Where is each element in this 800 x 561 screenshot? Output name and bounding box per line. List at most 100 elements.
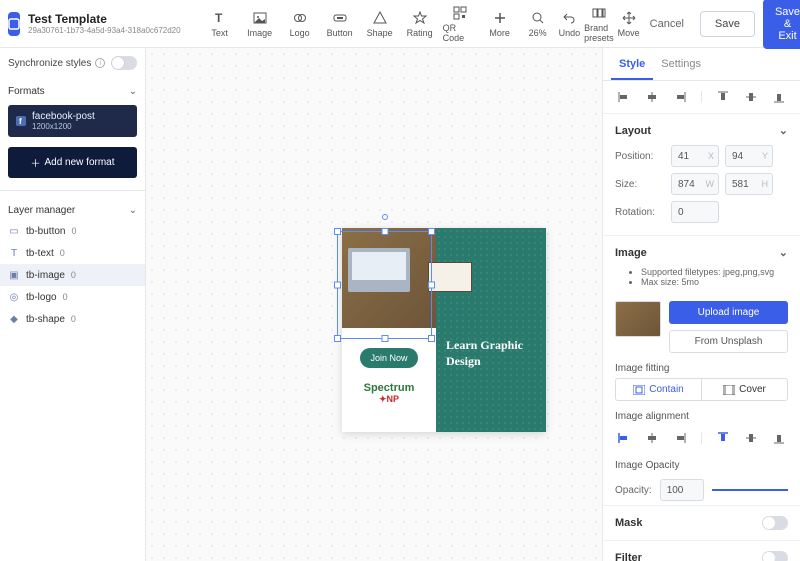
canvas[interactable]: Join Now Spectrum ✦NP Learn Graphic Desi… bbox=[146, 48, 602, 561]
cancel-button[interactable]: Cancel bbox=[642, 12, 692, 36]
shape-icon bbox=[372, 10, 388, 26]
img-align-bottom-icon[interactable] bbox=[772, 432, 786, 444]
opacity-slider[interactable] bbox=[712, 489, 788, 491]
align-bottom-icon[interactable] bbox=[772, 91, 786, 103]
formats-header[interactable]: Formats ⌄ bbox=[0, 78, 145, 101]
filter-section[interactable]: Filter bbox=[603, 540, 800, 561]
resize-handle-bm[interactable] bbox=[381, 335, 388, 342]
fitting-contain[interactable]: Contain bbox=[616, 379, 701, 400]
img-align-middle-icon[interactable] bbox=[744, 432, 758, 444]
main: Synchronize styles i Formats ⌄ f faceboo… bbox=[0, 48, 800, 561]
move-icon bbox=[621, 10, 637, 26]
app-logo bbox=[8, 12, 20, 36]
chevron-down-icon: ⌄ bbox=[129, 205, 137, 216]
rotate-handle[interactable] bbox=[382, 214, 388, 220]
save-exit-button[interactable]: Save & Exit bbox=[763, 0, 800, 49]
save-button[interactable]: Save bbox=[700, 11, 755, 37]
join-now-button[interactable]: Join Now bbox=[360, 348, 417, 368]
sync-toggle[interactable] bbox=[111, 56, 137, 70]
mask-section[interactable]: Mask bbox=[603, 505, 800, 540]
template-id: 29a30761-1b73-4a5d-93a4-318a0c672d20 bbox=[28, 26, 181, 35]
brand-tag: ✦NP bbox=[379, 394, 399, 405]
tool-rating[interactable]: Rating bbox=[401, 1, 439, 47]
layer-tb-logo[interactable]: ◎tb-logo0 bbox=[0, 286, 145, 308]
info-icon[interactable]: i bbox=[95, 58, 105, 68]
top-bar: Test Template 29a30761-1b73-4a5d-93a4-31… bbox=[0, 0, 800, 48]
opacity-label: Opacity: bbox=[615, 485, 652, 496]
right-panel: Style Settings Layout⌄ Position: 41X 94Y… bbox=[602, 48, 800, 561]
align-right-icon[interactable] bbox=[673, 91, 687, 103]
resize-handle-br[interactable] bbox=[428, 335, 435, 342]
position-x-input[interactable]: 41X bbox=[671, 145, 719, 167]
brand-presets[interactable]: Brand presets bbox=[582, 1, 616, 47]
resize-handle-tl[interactable] bbox=[334, 228, 341, 235]
layer-tb-image[interactable]: ▣tb-image0 bbox=[0, 264, 145, 286]
resize-handle-mr[interactable] bbox=[428, 282, 435, 289]
shape-icon: ◆ bbox=[8, 313, 20, 325]
tool-logo[interactable]: Logo bbox=[281, 1, 319, 47]
chevron-down-icon: ⌄ bbox=[779, 124, 788, 137]
align-top-icon[interactable] bbox=[716, 91, 730, 103]
image-icon: ▣ bbox=[8, 269, 20, 281]
move-button[interactable]: Move bbox=[616, 6, 642, 42]
logo-icon bbox=[292, 10, 308, 26]
align-middle-icon[interactable] bbox=[744, 91, 758, 103]
layer-manager-header[interactable]: Layer manager ⌄ bbox=[0, 197, 145, 220]
svg-text:T: T bbox=[215, 11, 223, 25]
add-format-button[interactable]: ＋ Add new format bbox=[8, 147, 137, 178]
upload-image-button[interactable]: Upload image bbox=[669, 301, 788, 324]
resize-handle-ml[interactable] bbox=[334, 282, 341, 289]
layer-tb-shape[interactable]: ◆tb-shape0 bbox=[0, 308, 145, 330]
layout-header[interactable]: Layout⌄ bbox=[615, 124, 788, 137]
text-icon: T bbox=[8, 247, 20, 259]
image-thumbnail[interactable] bbox=[615, 301, 661, 337]
tool-shape[interactable]: Shape bbox=[361, 1, 399, 47]
canvas-heading[interactable]: Learn Graphic Design bbox=[446, 338, 536, 369]
plus-icon bbox=[492, 10, 508, 26]
zoom-level[interactable]: 26% bbox=[527, 6, 549, 42]
layer-tb-text[interactable]: Ttb-text0 bbox=[0, 242, 145, 264]
image-upload-row: Upload image From Unsplash bbox=[603, 301, 800, 353]
size-h-input[interactable]: 581H bbox=[725, 173, 773, 195]
resize-handle-tm[interactable] bbox=[381, 228, 388, 235]
undo-button[interactable]: Undo bbox=[557, 6, 583, 42]
image-header[interactable]: Image⌄ bbox=[615, 246, 788, 259]
tab-style[interactable]: Style bbox=[611, 48, 653, 80]
format-facebook-post[interactable]: f facebook-post 1200x1200 bbox=[8, 105, 137, 137]
qrcode-icon bbox=[452, 5, 468, 21]
position-label: Position: bbox=[615, 151, 671, 162]
align-center-icon[interactable] bbox=[645, 91, 659, 103]
img-align-right-icon[interactable] bbox=[673, 432, 687, 444]
template-title: Test Template bbox=[28, 12, 181, 26]
tab-settings[interactable]: Settings bbox=[653, 48, 709, 80]
sync-label: Synchronize styles bbox=[8, 58, 91, 69]
facebook-icon: f bbox=[16, 116, 26, 126]
resize-handle-bl[interactable] bbox=[334, 335, 341, 342]
filter-toggle[interactable] bbox=[762, 551, 788, 561]
img-align-top-icon[interactable] bbox=[716, 432, 730, 444]
resize-handle-tr[interactable] bbox=[428, 228, 435, 235]
rotation-input[interactable]: 0 bbox=[671, 201, 719, 223]
tool-button[interactable]: Button bbox=[321, 1, 359, 47]
mask-toggle[interactable] bbox=[762, 516, 788, 530]
divider bbox=[0, 190, 145, 191]
align-left-icon[interactable] bbox=[617, 91, 631, 103]
img-align-center-icon[interactable] bbox=[645, 432, 659, 444]
from-unsplash-button[interactable]: From Unsplash bbox=[669, 330, 788, 353]
tool-text[interactable]: TText bbox=[201, 1, 239, 47]
img-align-left-icon[interactable] bbox=[617, 432, 631, 444]
tool-row: TText Image Logo Button Shape Rating QR … bbox=[201, 1, 519, 47]
fitting-label: Image fitting bbox=[603, 353, 800, 378]
layout-section: Layout⌄ Position: 41X 94Y Size: 874W 581… bbox=[603, 114, 800, 235]
selection-frame[interactable] bbox=[337, 231, 432, 339]
tool-qrcode[interactable]: QR Code bbox=[441, 1, 479, 47]
button-icon bbox=[332, 10, 348, 26]
tool-image[interactable]: Image bbox=[241, 1, 279, 47]
position-y-input[interactable]: 94Y bbox=[725, 145, 773, 167]
rotation-label: Rotation: bbox=[615, 207, 671, 218]
tool-more[interactable]: More bbox=[481, 1, 519, 47]
opacity-input[interactable]: 100 bbox=[660, 479, 704, 501]
size-w-input[interactable]: 874W bbox=[671, 173, 719, 195]
fitting-cover[interactable]: Cover bbox=[701, 379, 787, 400]
layer-tb-button[interactable]: ▭tb-button0 bbox=[0, 220, 145, 242]
